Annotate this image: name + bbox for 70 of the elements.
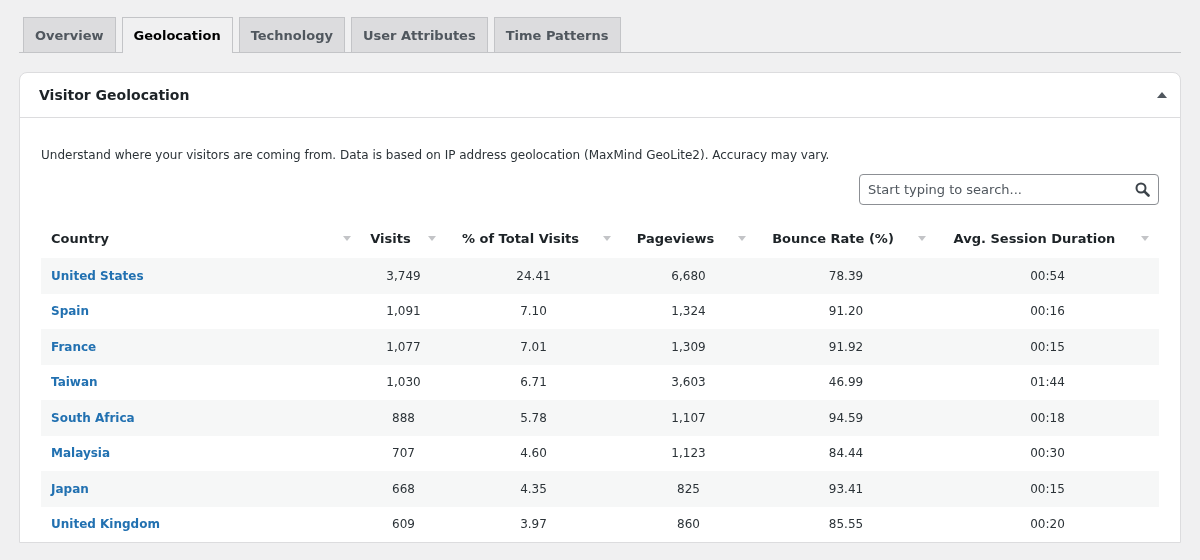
table-cell: 1,107 xyxy=(671,410,706,425)
table-cell: 888 xyxy=(392,410,415,425)
table-cell: 7.01 xyxy=(520,339,547,354)
column-header[interactable]: Bounce Rate (%) xyxy=(772,230,894,246)
tab[interactable]: User Attributes xyxy=(350,17,488,52)
table-cell: 5.78 xyxy=(520,410,547,425)
column-header[interactable]: Pageviews xyxy=(636,230,715,246)
table-cell: 1,091 xyxy=(386,304,421,319)
country-link[interactable]: Malaysia xyxy=(51,446,111,461)
table-cell: 6.71 xyxy=(520,375,547,390)
table-cell: 00:20 xyxy=(1030,517,1065,532)
column-header[interactable]: Avg. Session Duration xyxy=(953,230,1116,246)
collapse-icon[interactable] xyxy=(1157,92,1167,98)
country-link[interactable]: South Africa xyxy=(51,410,135,425)
table-cell: 00:15 xyxy=(1030,481,1065,496)
table-cell: 3,603 xyxy=(671,375,706,390)
table-cell: 707 xyxy=(392,446,415,461)
table-cell: 3.97 xyxy=(520,517,547,532)
table-cell: 668 xyxy=(392,481,415,496)
country-link[interactable]: Spain xyxy=(51,304,89,319)
country-link[interactable]: Japan xyxy=(51,481,89,496)
table-cell: 00:54 xyxy=(1030,268,1065,283)
sort-icon[interactable] xyxy=(603,235,611,241)
sort-icon[interactable] xyxy=(1141,235,1149,241)
column-header[interactable]: Country xyxy=(51,230,110,246)
tab[interactable]: Time Patterns xyxy=(493,17,621,52)
country-link[interactable]: United States xyxy=(51,268,144,283)
table-cell: 94.59 xyxy=(828,410,864,425)
table-cell: 00:18 xyxy=(1030,410,1065,425)
table-cell: 4.35 xyxy=(520,481,547,496)
table-cell: 1,123 xyxy=(671,446,706,461)
table-cell: 609 xyxy=(392,517,415,532)
table-cell: 6,680 xyxy=(671,268,706,283)
sort-icon[interactable] xyxy=(428,235,436,241)
table-cell: 7.10 xyxy=(520,304,547,319)
table-cell: 91.92 xyxy=(828,339,864,354)
table-cell: 860 xyxy=(677,517,700,532)
table-cell: 00:16 xyxy=(1030,304,1065,319)
table-cell: 00:30 xyxy=(1030,446,1065,461)
table-cell: 825 xyxy=(677,481,700,496)
search-field[interactable]: Start typing to search... xyxy=(859,174,1159,205)
column-header[interactable]: Visits xyxy=(370,230,411,246)
tab[interactable]: Overview xyxy=(23,17,116,52)
table-cell: 1,030 xyxy=(386,375,421,390)
search-icon xyxy=(1135,182,1150,197)
table-cell: 4.60 xyxy=(520,446,547,461)
table-cell: 78.39 xyxy=(828,268,864,283)
table-cell: 3,749 xyxy=(386,268,421,283)
table-cell: 85.55 xyxy=(828,517,864,532)
table-cell: 1,309 xyxy=(671,339,706,354)
table-cell: 93.41 xyxy=(828,481,864,496)
sort-icon[interactable] xyxy=(343,235,351,241)
country-link[interactable]: United Kingdom xyxy=(51,517,160,532)
table-cell: 01:44 xyxy=(1030,375,1065,390)
tab[interactable]: Technology xyxy=(238,17,345,52)
sort-icon[interactable] xyxy=(738,235,746,241)
table-cell: 24.41 xyxy=(516,268,551,283)
country-link[interactable]: Taiwan xyxy=(51,375,98,390)
description: Understand where your visitors are coming from. Data is based on IP address geolocation (MaxMind GeoLite2). Accuracy may vary. xyxy=(41,147,831,162)
table-cell: 84.44 xyxy=(828,446,864,461)
table-cell: 46.99 xyxy=(828,375,864,390)
country-link[interactable]: France xyxy=(51,339,97,354)
sort-icon[interactable] xyxy=(918,235,926,241)
table-cell: 00:15 xyxy=(1030,339,1065,354)
tab[interactable]: Geolocation xyxy=(121,17,233,53)
table-cell: 1,077 xyxy=(386,339,421,354)
table-cell: 1,324 xyxy=(671,304,706,319)
panel-title: Visitor Geolocation xyxy=(39,87,190,103)
column-header[interactable]: % of Total Visits xyxy=(461,230,580,246)
table-cell: 91.20 xyxy=(828,304,864,319)
